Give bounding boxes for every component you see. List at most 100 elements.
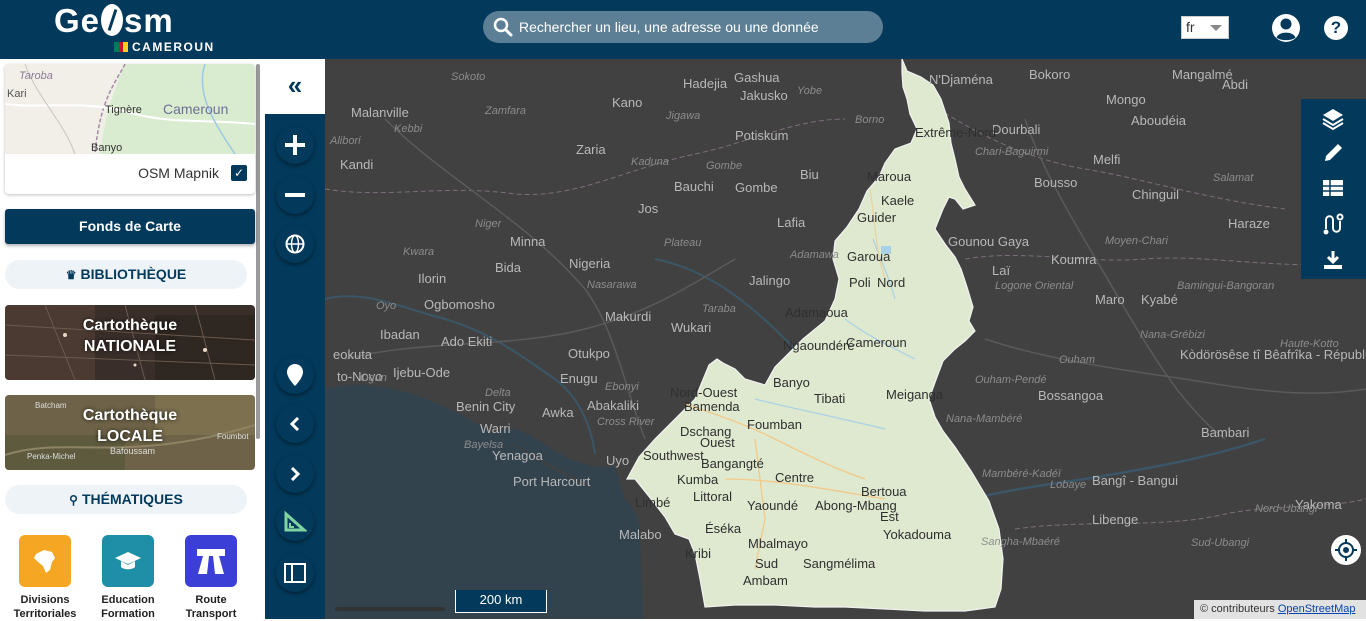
openstreetmap-link[interactable]: OpenStreetMap: [1278, 603, 1356, 615]
map-region-label: Ogun: [360, 372, 387, 384]
map-region-label: Cross River: [597, 416, 655, 428]
layers-button[interactable]: [1321, 107, 1345, 131]
map-cameroon-label: Est: [880, 509, 899, 524]
full-extent-button[interactable]: [276, 225, 314, 263]
map-cameroon-label: Cameroun: [846, 335, 907, 350]
cartotheque-locale-card[interactable]: Batcham Foumbot Penka-Michel Bafoussam C…: [5, 395, 255, 470]
layers-icon: [1322, 109, 1344, 131]
marker-button[interactable]: [276, 356, 314, 394]
fonds-de-carte-button[interactable]: Fonds de Carte: [5, 209, 255, 244]
map-place-label: Ogbomosho: [424, 297, 495, 312]
basemap-thumbnail[interactable]: Taroba Kari Tignère Cameroun Banyo: [5, 64, 255, 154]
basemap-card[interactable]: Taroba Kari Tignère Cameroun Banyo OSM M…: [5, 64, 255, 194]
download-icon: [1324, 251, 1342, 269]
map-region-label: Niger: [475, 218, 502, 230]
toggle-sidebar-button[interactable]: [276, 554, 314, 592]
map-attribution: © contributeurs OpenStreetMap: [1194, 600, 1366, 619]
measure-button[interactable]: [276, 503, 314, 541]
map-cameroon-label: Nord: [877, 275, 906, 290]
map-region-label: Nasarawa: [587, 279, 637, 291]
draw-button[interactable]: [1321, 141, 1345, 165]
map-region-label: Lobaye: [1050, 479, 1087, 491]
map-cameroon-label: Yokadouma: [883, 527, 952, 542]
next-view-button[interactable]: [276, 455, 314, 493]
map-cameroon-label: Sud: [755, 556, 779, 571]
map-place-label: Benin City: [456, 399, 516, 414]
zoom-out-button[interactable]: [276, 176, 314, 214]
panel-scrollbar[interactable]: [256, 64, 260, 439]
map-place-label: Kano: [612, 95, 643, 110]
theme-divisions-territoriales[interactable]: Divisions Territoriales: [5, 535, 85, 621]
map-place-label: Bousso: [1034, 175, 1078, 190]
map-cameroon-label: Maroua: [867, 169, 912, 184]
download-button[interactable]: [1321, 248, 1345, 272]
map-region-label: Yobe: [797, 85, 823, 97]
sidebar-toggle-icon: [284, 563, 306, 583]
bibliotheque-header[interactable]: ♛ BIBLIOTHÈQUE: [5, 260, 247, 289]
theme-route-transport[interactable]: Route Transport: [171, 535, 251, 621]
road-icon: [185, 535, 237, 587]
library-icon: ♛: [65, 268, 77, 282]
map-region-label: Sud-Ubangi: [1191, 537, 1250, 549]
map-region-label: Haute-Kotto: [1280, 338, 1339, 350]
map-place-label: Bambari: [1201, 425, 1250, 440]
logo-o-icon: [101, 4, 124, 36]
map-cameroon-label: Sangmélima: [803, 556, 876, 571]
map-region-label: Delta: [485, 387, 511, 399]
logo-country: CAMEROUN: [114, 40, 215, 54]
geolocate-button[interactable]: [1331, 535, 1361, 565]
map-region-label: Ebonyi: [605, 381, 639, 393]
language-select[interactable]: fr: [1181, 16, 1229, 39]
routing-button[interactable]: [1321, 212, 1345, 236]
header: Gesm CAMEROUN fr ?: [0, 0, 1366, 59]
map-place-label: Zaria: [576, 142, 606, 157]
map-place-label: Gashua: [734, 70, 780, 85]
catalog-title: Cartothèque LOCALE: [82, 407, 178, 445]
map-region-label: Alibori: [330, 135, 361, 147]
map-cameroon-label: Ouest: [700, 435, 735, 450]
theme-education-formation[interactable]: Education Formation: [88, 535, 168, 621]
map-place-label: Minna: [510, 234, 546, 249]
map-place-label: Laï: [992, 263, 1011, 278]
map-place-label: Bauchi: [674, 179, 714, 194]
collapse-panel-button[interactable]: «: [265, 59, 325, 114]
chevron-right-icon: [290, 467, 301, 481]
map-cameroon-label: Poli: [849, 275, 871, 290]
map-region-label: Nord-Ubangi: [1255, 503, 1318, 515]
map-place-label: Gounou Gaya: [948, 234, 1029, 249]
map-place-label: Enugu: [560, 371, 598, 386]
map-cameroon-label: Banyo: [773, 375, 810, 390]
map-place-label: Jos: [638, 201, 659, 216]
search-input[interactable]: [519, 19, 879, 35]
map-canvas[interactable]: Malanville Kandi Kano Hadejia Gashua Jakusko P…: [325, 59, 1366, 619]
map-place-label: Chinguil: [1132, 187, 1179, 202]
thumb-label: Bafoussam: [110, 446, 156, 456]
globe-icon: [285, 234, 305, 254]
map-cameroon-label: Extrême-Nord: [915, 125, 996, 140]
geosm-logo[interactable]: Ge sm CAMEROUN: [52, 2, 222, 58]
basemap-option[interactable]: OSM Mapnik ✓: [5, 156, 255, 192]
graduation-cap-icon: [102, 535, 154, 587]
thumb-label: Taroba: [19, 70, 53, 82]
map-place-label: eokuta: [333, 347, 373, 362]
map-region-label: Chari-Baguirmi: [975, 146, 1049, 158]
help-icon[interactable]: ?: [1324, 16, 1348, 40]
map-region-label: Bayelsa: [464, 439, 504, 451]
map-cameroon-label: Bamenda: [684, 399, 740, 414]
previous-view-button[interactable]: [276, 405, 314, 443]
thematiques-header[interactable]: ⚲ THÉMATIQUES: [5, 485, 247, 514]
cartotheque-nationale-card[interactable]: Cartothèque NATIONALE: [5, 305, 255, 380]
search-bar[interactable]: [483, 11, 883, 43]
user-account-icon[interactable]: [1271, 13, 1301, 43]
search-icon: [493, 17, 513, 37]
thumb-label: Penka-Michel: [27, 452, 76, 461]
map-place-label: Malabo: [619, 527, 662, 542]
zoom-in-button[interactable]: [276, 126, 314, 164]
map-region-label: Kaduna: [631, 156, 669, 168]
attribute-table-button[interactable]: [1321, 176, 1345, 200]
crosshair-icon: [1335, 539, 1357, 561]
map-place-label: Wukari: [671, 320, 712, 335]
map-cameroon-label: Limbé: [635, 495, 671, 510]
basemap-checkbox[interactable]: ✓: [231, 165, 247, 181]
thumb-label: Banyo: [91, 142, 123, 154]
